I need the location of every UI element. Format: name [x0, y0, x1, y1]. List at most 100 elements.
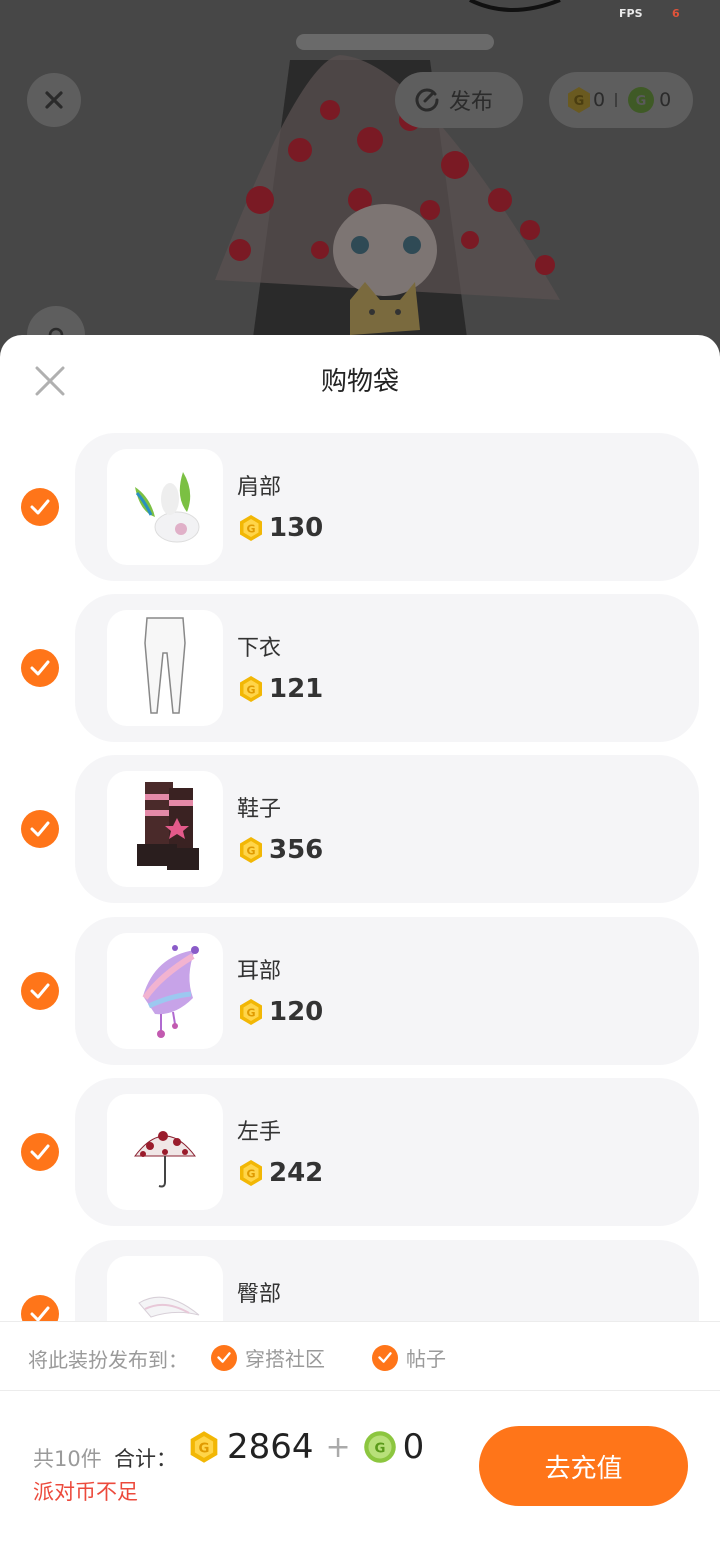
cart-item[interactable]: 耳部 G 120	[0, 917, 720, 1065]
publish-to-label: 将此装扮发布到：	[28, 1348, 188, 1372]
boots-image	[137, 782, 199, 870]
item-thumbnail	[107, 771, 223, 887]
gold-coin-balance: 0	[593, 89, 606, 111]
item-checkbox[interactable]	[21, 649, 59, 687]
svg-text:G: G	[636, 94, 647, 109]
cart-item[interactable]: 下衣 G 121	[0, 594, 720, 742]
item-card[interactable]: 耳部 G 120	[75, 917, 699, 1065]
currency-balance[interactable]: G 0 G 0	[549, 72, 693, 128]
leggings-image	[144, 617, 186, 714]
check-icon	[217, 1352, 231, 1363]
item-card[interactable]: 下衣 G 121	[75, 594, 699, 742]
insufficient-balance-warning: 派对币不足	[33, 1480, 138, 1504]
item-thumbnail	[107, 449, 223, 565]
item-checkbox[interactable]	[21, 972, 59, 1010]
item-name: 耳部	[237, 959, 282, 984]
item-price-value: 121	[269, 674, 324, 704]
cart-item-list[interactable]: 肩部 G 130 下衣 G 121 鞋子 G 356 耳部 G 120 左手 G…	[0, 433, 720, 1321]
svg-text:G: G	[246, 523, 255, 536]
item-checkbox[interactable]	[21, 488, 59, 526]
cart-item[interactable]: 左手 G 242	[0, 1078, 720, 1226]
svg-text:G: G	[246, 845, 255, 858]
check-icon	[30, 821, 50, 837]
item-card[interactable]: 肩部 G 130	[75, 433, 699, 581]
check-icon	[30, 660, 50, 676]
recharge-button[interactable]: 去充值	[479, 1426, 688, 1506]
check-icon	[30, 983, 50, 999]
item-card[interactable]: 鞋子 G 356	[75, 755, 699, 903]
svg-text:G: G	[199, 1441, 210, 1456]
gold-coin-icon: G	[240, 1160, 262, 1186]
umbrella-image	[133, 1131, 197, 1188]
option-label: 帖子	[406, 1347, 446, 1371]
total-label: 合计：	[114, 1447, 177, 1471]
svg-text:G: G	[374, 1441, 385, 1456]
item-name: 鞋子	[237, 797, 282, 822]
option-post[interactable]: 帖子	[372, 1343, 446, 1372]
checkout-footer: 共10件 合计： G 2864 + G 0 派对币不足 去充值	[0, 1391, 720, 1544]
green-coin-balance: 0	[659, 89, 672, 111]
green-total: 0	[402, 1427, 425, 1467]
check-icon	[30, 1144, 50, 1160]
item-price: G 130	[237, 513, 323, 543]
cart-item[interactable]: 鞋子 G 356	[0, 755, 720, 903]
item-price: G 356	[237, 835, 323, 865]
shopping-bag-sheet: 购物袋 肩部 G 130 下衣 G 121 鞋子 G 356 耳部 G 120 …	[0, 335, 720, 1544]
item-thumbnail	[107, 1256, 223, 1321]
gold-coin-icon: G	[240, 676, 262, 702]
item-price: G 120	[237, 997, 323, 1027]
green-coin-icon: G	[363, 1431, 396, 1463]
gold-coin-icon: G	[568, 87, 590, 113]
item-name: 臀部	[237, 1282, 282, 1307]
shoulder-pet-image	[135, 472, 200, 543]
option-outfit-community[interactable]: 穿搭社区	[211, 1343, 325, 1372]
item-price-value: 130	[269, 513, 324, 543]
tail-image	[138, 1296, 200, 1318]
item-name: 左手	[237, 1120, 282, 1145]
fps-value: 6	[672, 7, 680, 20]
publish-button[interactable]: 发布	[395, 72, 523, 128]
svg-text:G: G	[574, 94, 585, 109]
plus-sign: +	[325, 1429, 351, 1465]
total-amount: G 2864 + G 0	[187, 1427, 424, 1467]
avatar-preview-image	[215, 0, 561, 360]
item-thumbnail	[107, 1094, 223, 1210]
cart-item[interactable]: 肩部 G 130	[0, 433, 720, 581]
divider	[615, 93, 618, 107]
close-preview-button[interactable]	[27, 73, 81, 127]
item-price-value: 120	[269, 997, 324, 1027]
check-icon	[30, 1306, 50, 1321]
option-label: 穿搭社区	[245, 1347, 325, 1371]
gold-coin-icon: G	[240, 837, 262, 863]
check-icon	[378, 1352, 392, 1363]
gold-coin-icon: G	[240, 515, 262, 541]
gold-coin-icon: G	[240, 999, 262, 1025]
item-card[interactable]: 臀部	[75, 1240, 699, 1321]
item-name: 肩部	[237, 475, 282, 500]
green-coin-icon: G	[628, 87, 655, 113]
option-checkbox[interactable]	[372, 1344, 398, 1371]
avatar-preview-stage: FPS 6 发布 G 0 G 0	[0, 0, 720, 360]
publish-to-bar: 将此装扮发布到： 穿搭社区 帖子	[0, 1321, 720, 1391]
item-checkbox[interactable]	[21, 810, 59, 848]
item-price: G 121	[237, 674, 323, 704]
item-card[interactable]: 左手 G 242	[75, 1078, 699, 1226]
refresh-circle-icon	[415, 88, 439, 112]
close-icon	[45, 91, 63, 109]
item-price: G 242	[237, 1158, 323, 1188]
svg-text:G: G	[246, 1007, 255, 1020]
item-price-value: 356	[269, 835, 324, 865]
item-thumbnail	[107, 933, 223, 1049]
item-thumbnail	[107, 610, 223, 726]
gold-coin-icon: G	[190, 1431, 218, 1463]
item-name: 下衣	[237, 636, 282, 661]
cart-item[interactable]: 臀部	[0, 1240, 720, 1321]
check-icon	[30, 499, 50, 515]
item-checkbox[interactable]	[21, 1295, 59, 1321]
publish-label: 发布	[449, 90, 494, 115]
item-checkbox[interactable]	[21, 1133, 59, 1171]
svg-text:G: G	[246, 684, 255, 697]
gold-total: 2864	[227, 1427, 314, 1467]
option-checkbox[interactable]	[211, 1344, 237, 1371]
svg-text:G: G	[246, 1168, 255, 1181]
